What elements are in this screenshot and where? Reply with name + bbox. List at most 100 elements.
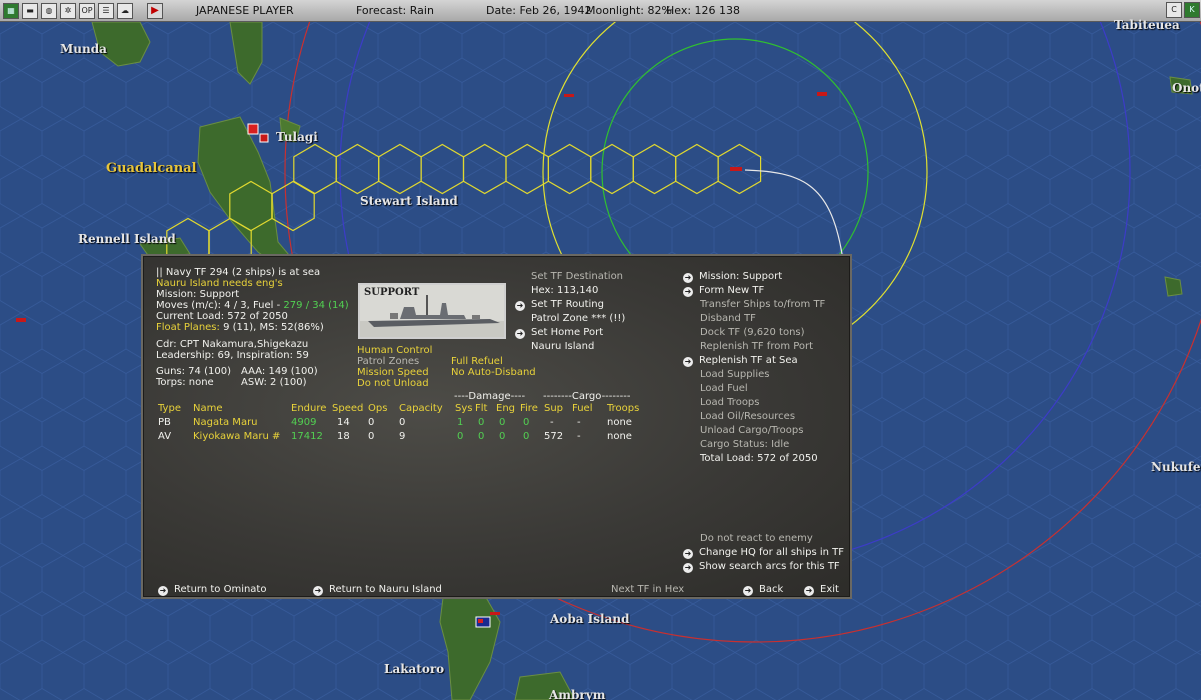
home-port-name: Nauru Island — [531, 341, 595, 352]
moonlight-label: Moonlight: 82% — [586, 4, 672, 17]
col-fire[interactable]: Fire — [520, 403, 538, 414]
exit-button[interactable]: ➜ Exit — [804, 584, 839, 596]
play-icon[interactable]: ▶ — [147, 2, 163, 19]
ship-name[interactable]: Kiyokawa Maru # — [193, 431, 280, 442]
replenish-sea-button[interactable]: ➜ Replenish TF at Sea — [683, 355, 798, 367]
commander[interactable]: Cdr: CPT Nakamura,Shigekazu — [156, 339, 308, 350]
current-load: Current Load: 572 of 2050 — [156, 311, 288, 322]
ship-sup: - — [550, 417, 554, 428]
ship-fire: 0 — [523, 431, 530, 442]
ship-eng: 0 — [499, 417, 506, 428]
set-home-port-label: Set Home Port — [531, 327, 604, 338]
do-not-unload-toggle[interactable]: Do not Unload — [357, 378, 429, 389]
mission-support-label: Mission: Support — [699, 271, 783, 282]
float-planes: Float Planes: 9 (11), MS: 52(86%) — [156, 322, 324, 333]
table-row[interactable]: AV Kiyokawa Maru # 17412 18 0 9 0 0 0 0 … — [158, 431, 678, 443]
globe-icon[interactable]: ◍ — [41, 2, 57, 19]
return-nauru-label: Return to Nauru Island — [329, 584, 442, 595]
col-fuel[interactable]: Fuel — [572, 403, 592, 414]
moves-text: Moves (m/c): 4 / 3, Fuel - — [156, 300, 284, 311]
back-button[interactable]: ➜ Back — [743, 584, 783, 596]
map-label-tulagi: Tulagi — [276, 130, 318, 144]
unload-cargo-button[interactable]: Unload Cargo/Troops — [700, 425, 803, 436]
k-icon[interactable]: K — [1184, 2, 1200, 18]
map-label-rennell-island: Rennell Island — [78, 232, 176, 246]
ship-fuel: - — [577, 431, 581, 442]
col-flt[interactable]: Flt — [475, 403, 487, 414]
load-fuel-button[interactable]: Load Fuel — [700, 383, 748, 394]
group-icon[interactable]: ▬ — [22, 2, 38, 19]
cloud-icon[interactable]: ☁ — [117, 2, 133, 19]
map-label-ambrym: Ambrym — [549, 688, 606, 700]
ship-speed: 18 — [337, 431, 350, 442]
col-sup[interactable]: Sup — [544, 403, 563, 414]
ship-capacity: 9 — [399, 431, 406, 442]
ship-troops: none — [607, 431, 632, 442]
no-react-toggle[interactable]: Do not react to enemy — [700, 533, 813, 544]
asw: ASW: 2 (100) — [241, 377, 307, 388]
col-eng[interactable]: Eng — [496, 403, 515, 414]
set-destination-button[interactable]: Set TF Destination — [531, 271, 623, 282]
map-label-munda: Munda — [60, 42, 107, 56]
load-supplies-button[interactable]: Load Supplies — [700, 369, 769, 380]
col-troops[interactable]: Troops — [607, 403, 639, 414]
return-ominato-button[interactable]: ➜ Return to Ominato — [158, 584, 266, 596]
form-new-tf-button[interactable]: ➜ Form New TF — [683, 285, 764, 297]
set-home-port-button[interactable]: ➜ Set Home Port — [515, 327, 603, 339]
human-control-toggle[interactable]: Human Control — [357, 345, 432, 356]
transfer-ships-button[interactable]: Transfer Ships to/from TF — [700, 299, 825, 310]
full-refuel-toggle[interactable]: Full Refuel — [451, 356, 503, 367]
next-tf-button[interactable]: Next TF in Hex — [611, 584, 684, 595]
ops-report-icon[interactable]: OP — [79, 2, 95, 19]
ship-capacity: 0 — [399, 417, 406, 428]
load-troops-button[interactable]: Load Troops — [700, 397, 760, 408]
ship-flt: 0 — [478, 417, 485, 428]
map-icon[interactable]: ▦ — [3, 2, 19, 19]
cargo-status: Cargo Status: Idle — [700, 439, 790, 450]
list-icon[interactable]: ☰ — [98, 2, 114, 19]
total-load: Total Load: 572 of 2050 — [700, 453, 818, 464]
arrow-right-icon: ➜ — [515, 301, 525, 311]
disband-tf-button[interactable]: Disband TF — [700, 313, 756, 324]
ship-sys: 1 — [457, 417, 464, 428]
replenish-port-button[interactable]: Replenish TF from Port — [700, 341, 813, 352]
col-type[interactable]: Type — [158, 403, 181, 414]
gear-icon[interactable]: ✲ — [60, 2, 76, 19]
ship-sys: 0 — [457, 431, 464, 442]
return-nauru-button[interactable]: ➜ Return to Nauru Island — [313, 584, 442, 596]
map-label-nukufetau: Nukufet — [1151, 460, 1201, 474]
show-search-arcs-button[interactable]: ➜ Show search arcs for this TF — [683, 561, 840, 573]
col-capacity[interactable]: Capacity — [399, 403, 443, 414]
c-icon[interactable]: C — [1166, 2, 1182, 18]
ship-type: AV — [158, 431, 172, 442]
eng-warning: Nauru Island needs eng's — [156, 278, 283, 289]
col-ops[interactable]: Ops — [368, 403, 387, 414]
ship-speed: 14 — [337, 417, 350, 428]
task-force-panel: || Navy TF 294 (2 ships) is at sea Nauru… — [141, 254, 852, 599]
patrol-zones-toggle[interactable]: Patrol Zones — [357, 356, 419, 367]
set-routing-button[interactable]: ➜ Set TF Routing — [515, 299, 604, 311]
arrow-right-icon: ➜ — [743, 586, 753, 596]
float-planes-label: Float Planes: — [156, 322, 220, 333]
col-speed[interactable]: Speed — [332, 403, 363, 414]
mission-support-button[interactable]: ➜ Mission: Support — [683, 271, 782, 283]
forecast-label: Forecast: Rain — [356, 4, 434, 17]
ship-name[interactable]: Nagata Maru — [193, 417, 258, 428]
torps: Torps: none — [156, 377, 214, 388]
arrow-right-icon: ➜ — [158, 586, 168, 596]
damage-group-header: ----Damage---- — [454, 391, 526, 402]
dock-tf-button[interactable]: Dock TF (9,620 tons) — [700, 327, 805, 338]
load-oil-button[interactable]: Load Oil/Resources — [700, 411, 795, 422]
change-hq-button[interactable]: ➜ Change HQ for all ships in TF — [683, 547, 844, 559]
col-name[interactable]: Name — [193, 403, 223, 414]
col-sys[interactable]: Sys — [455, 403, 472, 414]
arrow-right-icon: ➜ — [683, 273, 693, 283]
leadership: Leadership: 69, Inspiration: 59 — [156, 350, 309, 361]
no-auto-disband-toggle[interactable]: No Auto-Disband — [451, 367, 536, 378]
col-endure[interactable]: Endure — [291, 403, 326, 414]
table-row[interactable]: PB Nagata Maru 4909 14 0 0 1 0 0 0 - - n… — [158, 417, 678, 429]
mission-speed-toggle[interactable]: Mission Speed — [357, 367, 429, 378]
fuel-value: 279 / 34 (14) — [283, 300, 349, 311]
ship-silhouette — [360, 295, 504, 337]
map-label-lakatoro: Lakatoro — [384, 662, 445, 676]
